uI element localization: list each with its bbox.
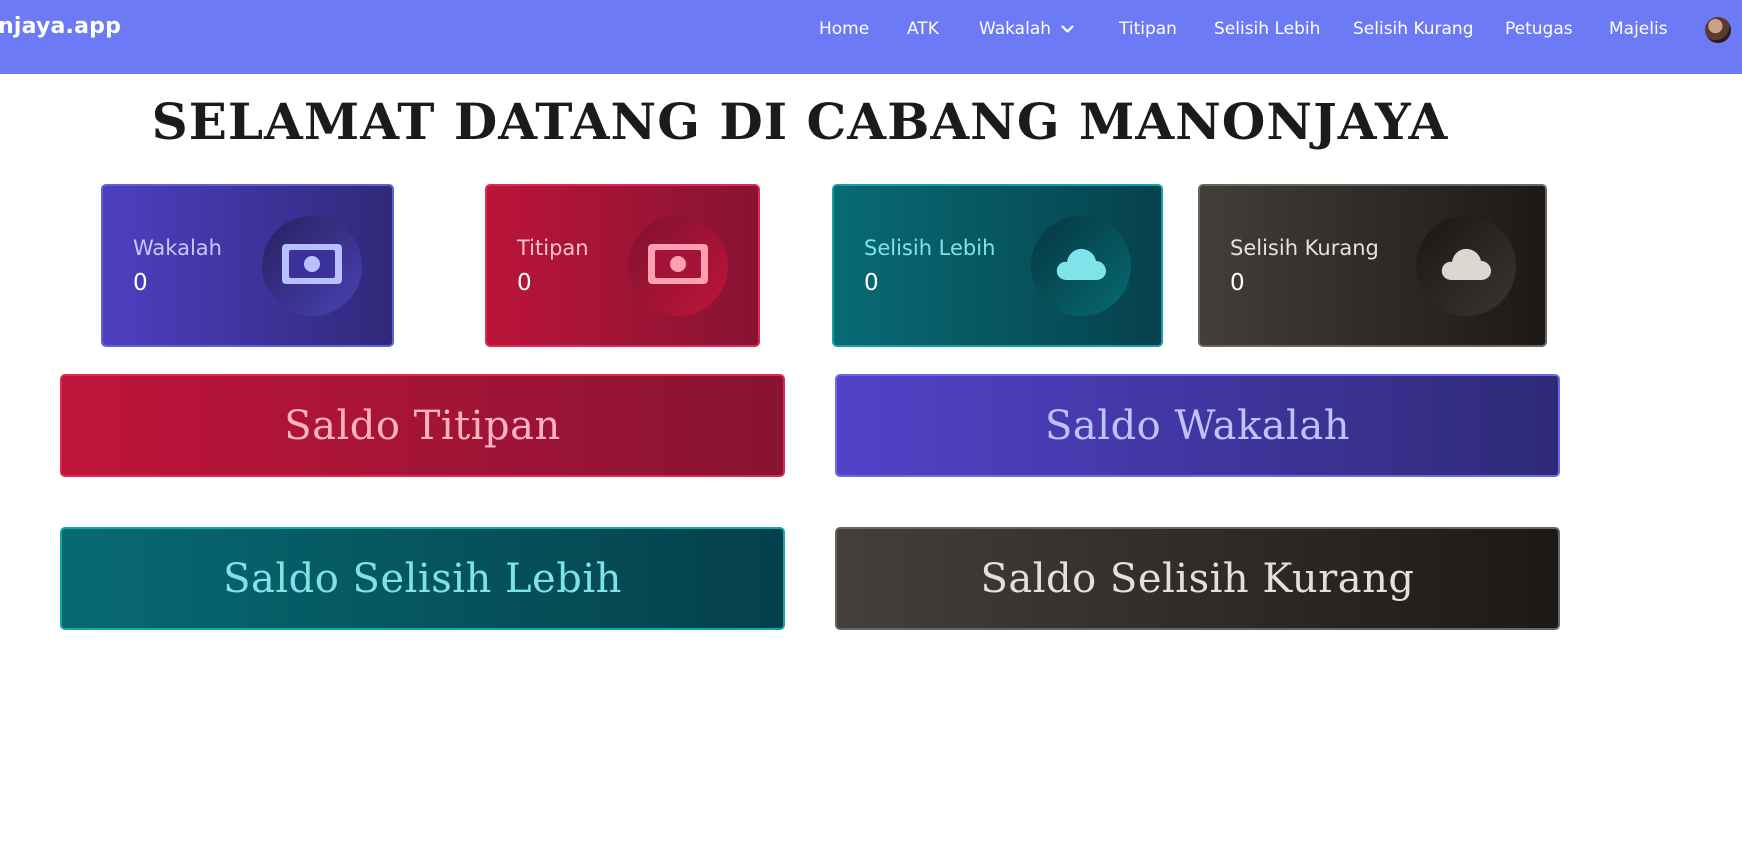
chevron-down-icon [1061,19,1074,39]
cloud-icon [1440,246,1492,286]
nav-atk[interactable]: ATK [907,19,939,39]
saldo-selisih-kurang-button[interactable]: Saldo Selisih Kurang [835,527,1560,630]
stat-card-wakalah: Wakalah 0 [101,184,394,347]
stat-card-titipan: Titipan 0 [485,184,760,347]
cloud-icon [1055,246,1107,286]
saldo-selisih-lebih-button[interactable]: Saldo Selisih Lebih [60,527,785,630]
stat-value: 0 [864,270,879,296]
nav-home[interactable]: Home [819,19,869,39]
nav-selisih-lebih[interactable]: Selisih Lebih [1214,19,1320,39]
stat-icon-circle [1031,216,1131,316]
nav-wakalah-dropdown[interactable]: Wakalah [979,19,1074,39]
saldo-titipan-label: Saldo Titipan [284,402,561,449]
stat-value: 0 [133,270,148,296]
stat-label: Titipan [517,236,589,260]
stat-icon-circle [1416,216,1516,316]
stat-label: Wakalah [133,236,222,260]
stat-card-selisih-lebih: Selisih Lebih 0 [832,184,1163,347]
money-bill-icon [281,243,343,289]
stat-value: 0 [517,270,532,296]
saldo-wakalah-label: Saldo Wakalah [1045,402,1350,449]
brand-logo-text[interactable]: njaya.app [0,14,121,39]
user-avatar[interactable] [1705,17,1731,43]
stat-value: 0 [1230,270,1245,296]
saldo-titipan-button[interactable]: Saldo Titipan [60,374,785,477]
page-title: SELAMAT DATANG DI CABANG MANONJAYA [151,92,1449,151]
nav-selisih-kurang[interactable]: Selisih Kurang [1353,19,1474,39]
saldo-wakalah-button[interactable]: Saldo Wakalah [835,374,1560,477]
nav-titipan[interactable]: Titipan [1119,19,1177,39]
nav-wakalah-label: Wakalah [979,19,1052,39]
saldo-selisih-kurang-label: Saldo Selisih Kurang [980,555,1415,602]
stat-icon-circle [628,216,728,316]
top-navbar: njaya.app Home ATK Wakalah Titipan Selis… [0,0,1742,74]
nav-majelis[interactable]: Majelis [1609,19,1668,39]
nav-petugas[interactable]: Petugas [1505,19,1573,39]
stat-label: Selisih Kurang [1230,236,1379,260]
stat-icon-circle [262,216,362,316]
stat-label: Selisih Lebih [864,236,996,260]
stat-card-selisih-kurang: Selisih Kurang 0 [1198,184,1547,347]
saldo-selisih-lebih-label: Saldo Selisih Lebih [223,555,622,602]
money-bill-icon [647,243,709,289]
